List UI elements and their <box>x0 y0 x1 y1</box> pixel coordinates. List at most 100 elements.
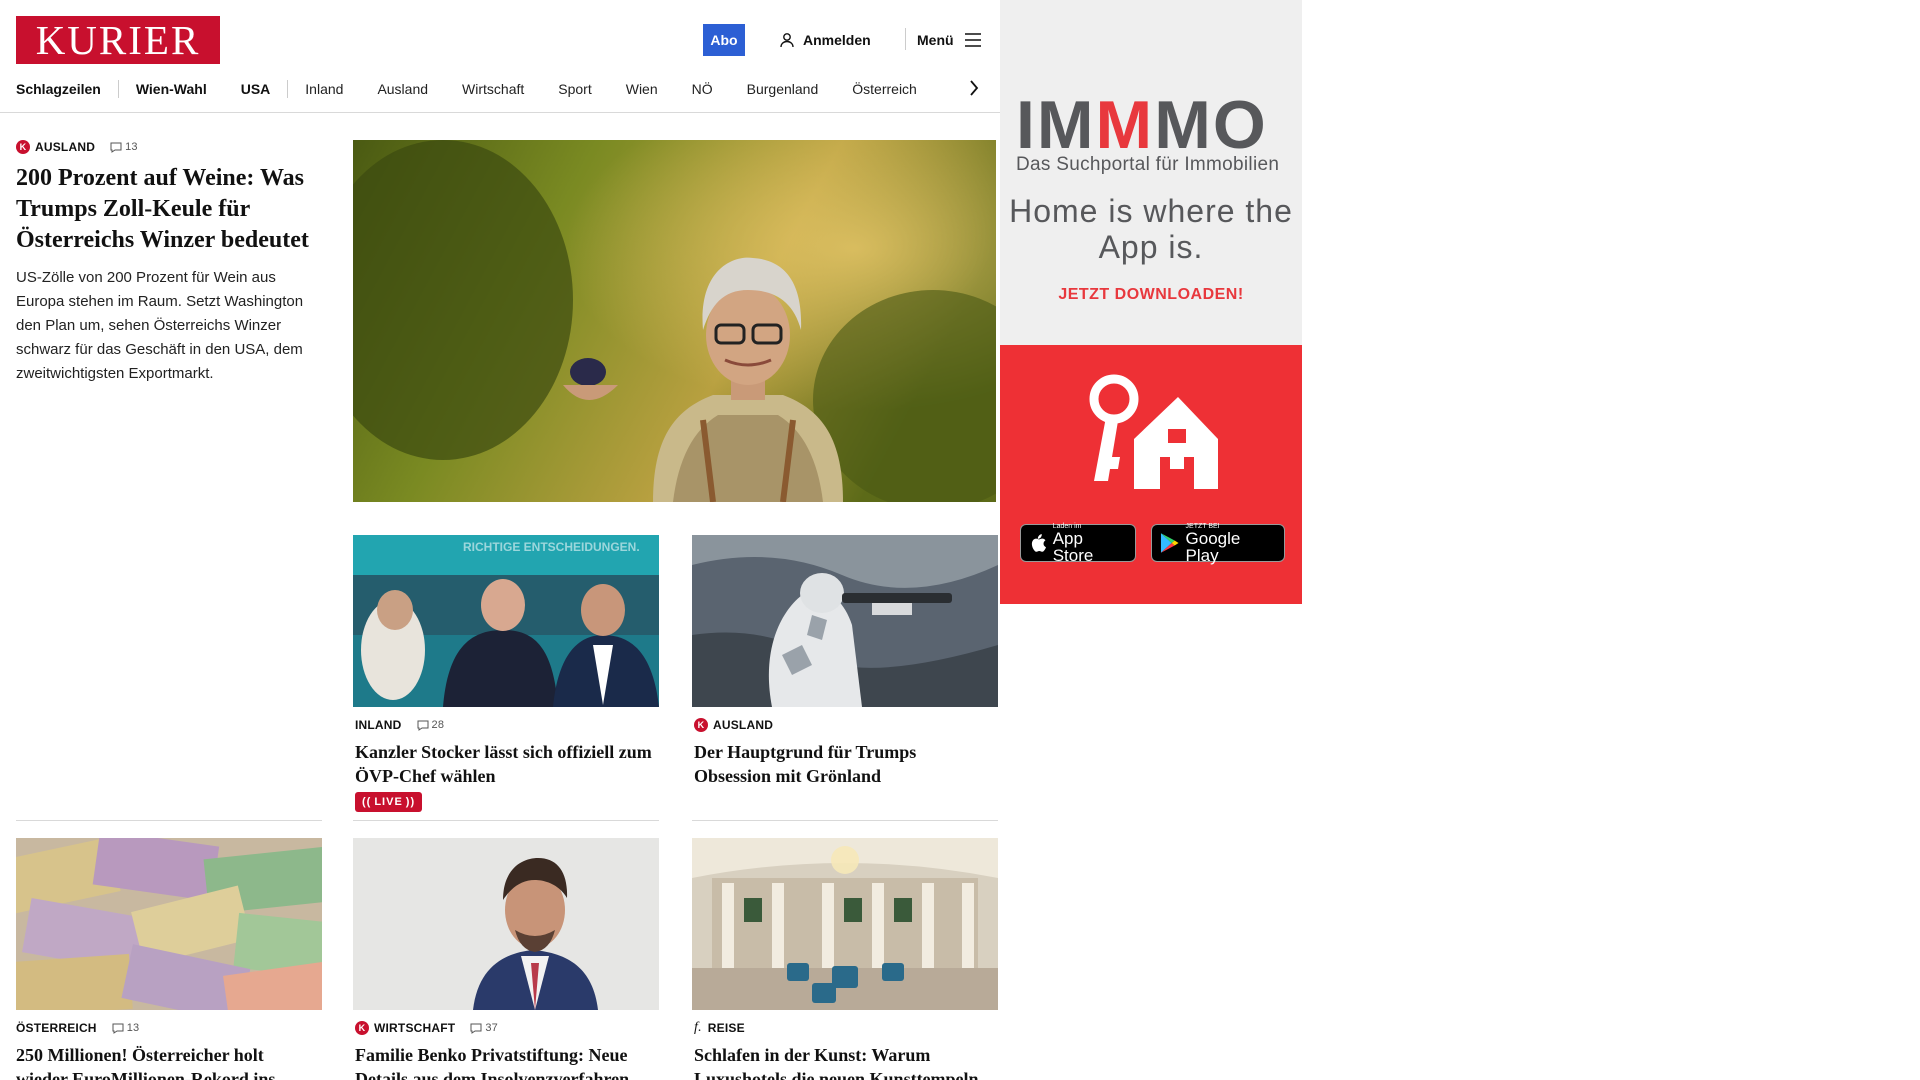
hamburger-icon <box>964 33 981 47</box>
row-divider <box>692 820 998 821</box>
house-key-icon <box>1089 374 1218 489</box>
app-store-button[interactable]: Laden im App Store <box>1020 523 1136 565</box>
immmo-logo: IMMMO <box>1016 90 1268 160</box>
vineyard-photo <box>353 140 996 502</box>
login-button[interactable]: Anmelden <box>779 24 871 56</box>
nav-item-burgenland[interactable]: Burgenland <box>730 81 836 97</box>
section-nav: Schlagzeilen Wien-Wahl USA Inland Auslan… <box>16 76 934 102</box>
live-label: LIVE <box>374 796 403 808</box>
article-meta: ÖSTERREICH 13 <box>16 1020 316 1036</box>
comment-icon <box>417 720 429 731</box>
article-card-reise[interactable]: f. REISE Schlafen in der Kunst: Warum Lu… <box>694 1020 994 1080</box>
live-badge: (( LIVE )) <box>355 792 423 812</box>
row-divider <box>353 820 659 821</box>
menu-button[interactable]: Menü <box>917 24 982 56</box>
party-event-photo: RICHTIGE ENTSCHEIDUNGEN. <box>353 535 659 707</box>
article-image-banknotes[interactable] <box>16 838 322 1010</box>
header-divider <box>905 28 906 50</box>
lead-article[interactable]: K AUSLAND 13 200 Prozent auf Weine: Was … <box>16 139 316 386</box>
nav-item-usa[interactable]: USA <box>224 81 288 97</box>
article-category: REISE <box>707 1021 745 1035</box>
lead-headline[interactable]: 200 Prozent auf Weine: Was Trumps Zoll-K… <box>16 163 316 256</box>
menu-label: Menü <box>917 32 954 48</box>
article-category: INLAND <box>355 718 402 732</box>
article-card-benko[interactable]: K WIRTSCHAFT 37 Familie Benko Privatstif… <box>355 1020 655 1080</box>
abo-button[interactable]: Abo <box>703 24 745 56</box>
event-banner-text: RICHTIGE ENTSCHEIDUNGEN. <box>463 540 640 554</box>
nav-item-sport[interactable]: Sport <box>541 81 608 97</box>
article-card-euromillionen[interactable]: ÖSTERREICH 13 250 Millionen! Österreiche… <box>16 1020 316 1080</box>
nav-item-wirtschaft[interactable]: Wirtschaft <box>445 81 541 97</box>
lead-teaser: US-Zölle von 200 Prozent für Wein aus Eu… <box>16 269 304 382</box>
article-image-party-event[interactable]: RICHTIGE ENTSCHEIDUNGEN. <box>353 535 659 707</box>
ad-slogan: Home is where the App is. <box>1009 193 1293 265</box>
store-big-text: Google Play <box>1185 528 1241 565</box>
man-portrait-photo <box>353 838 659 1010</box>
article-image-hotel-hall[interactable] <box>692 838 998 1010</box>
article-meta: K WIRTSCHAFT 37 <box>355 1020 655 1036</box>
comment-count[interactable]: 28 <box>417 719 445 731</box>
article-meta: INLAND 28 <box>355 717 655 733</box>
nav-item-wien[interactable]: Wien <box>609 81 675 97</box>
ad-download-cta[interactable]: JETZT DOWNLOADEN! <box>1000 286 1302 304</box>
brand-part: MO <box>1154 87 1268 163</box>
article-headline[interactable]: 250 Millionen! Österreicher holt wieder … <box>16 1043 316 1080</box>
kurier-k-badge-icon: K <box>355 1021 369 1035</box>
comment-count-value: 28 <box>431 719 445 731</box>
immmo-advertisement[interactable]: IMMMO Das Suchportal für Immobilien Home… <box>1000 0 1302 604</box>
euro-banknotes-photo <box>16 838 322 1010</box>
login-label: Anmelden <box>803 32 871 48</box>
article-card-stocker[interactable]: INLAND 28 Kanzler Stocker lässt sich off… <box>355 717 655 812</box>
apple-icon <box>1031 534 1046 552</box>
article-meta: f. REISE <box>694 1020 994 1036</box>
article-image-portrait[interactable] <box>353 838 659 1010</box>
article-headline[interactable]: Kanzler Stocker lässt sich offiziell zum… <box>355 740 655 788</box>
brand-part: IM <box>1016 87 1096 163</box>
arctic-soldier-photo <box>692 535 998 707</box>
ad-subtitle: Das Suchportal für Immobilien <box>1016 154 1280 175</box>
nav-item-oesterreich[interactable]: Österreich <box>835 81 934 97</box>
kurier-logo[interactable]: KURIER <box>16 16 220 64</box>
nav-item-schlagzeilen[interactable]: Schlagzeilen <box>16 81 118 97</box>
kurier-k-badge-icon: K <box>694 718 708 732</box>
kurier-k-badge-icon: K <box>16 140 30 154</box>
comment-icon <box>470 1023 482 1034</box>
user-icon <box>780 33 794 48</box>
article-headline[interactable]: Familie Benko Privatstiftung: Neue Detai… <box>355 1043 655 1080</box>
article-category: WIRTSCHAFT <box>374 1021 456 1035</box>
article-meta: K AUSLAND <box>694 717 994 733</box>
comment-count[interactable]: 37 <box>470 1022 498 1034</box>
article-card-groenland[interactable]: K AUSLAND Der Hauptgrund für Trumps Obse… <box>694 717 994 788</box>
store-big-text: App Store <box>1052 528 1094 565</box>
brand-part-accent: M <box>1095 87 1155 163</box>
ad-red-panel: Laden im App Store JETZT BEI Google Play <box>1000 345 1302 604</box>
chevron-right-icon <box>970 80 979 96</box>
nav-scroll-right-button[interactable] <box>964 76 984 100</box>
nav-item-noe[interactable]: NÖ <box>675 81 730 97</box>
comment-count-value: 37 <box>485 1022 498 1034</box>
nav-item-wien-wahl[interactable]: Wien-Wahl <box>119 81 224 97</box>
comment-count-value: 13 <box>125 141 138 153</box>
google-play-icon <box>1160 533 1179 553</box>
article-category: AUSLAND <box>713 718 774 732</box>
article-category: AUSLAND <box>35 140 96 154</box>
row-divider <box>16 820 322 821</box>
freizeit-f-badge-icon: f. <box>694 1020 702 1035</box>
lead-image-winemaker[interactable] <box>353 140 996 502</box>
article-headline[interactable]: Der Hauptgrund für Trumps Obsession mit … <box>694 740 994 788</box>
comment-icon <box>112 1023 124 1034</box>
luxury-hotel-photo <box>692 838 998 1010</box>
nav-divider <box>0 112 1000 113</box>
comment-count-value: 13 <box>126 1022 140 1034</box>
google-play-button[interactable]: JETZT BEI Google Play <box>1151 523 1285 565</box>
nav-item-inland[interactable]: Inland <box>288 81 360 97</box>
news-site: KURIER Abo Anmelden Menü Schlagzeilen Wi… <box>0 0 1000 1080</box>
comment-icon <box>110 142 122 153</box>
comment-count[interactable]: 13 <box>112 1022 140 1034</box>
comment-count[interactable]: 13 <box>110 141 138 153</box>
nav-item-ausland[interactable]: Ausland <box>360 81 445 97</box>
article-meta: K AUSLAND 13 <box>16 139 316 155</box>
article-category: ÖSTERREICH <box>16 1021 97 1035</box>
article-image-soldier[interactable] <box>692 535 998 707</box>
article-headline[interactable]: Schlafen in der Kunst: Warum Luxushotels… <box>694 1043 994 1080</box>
